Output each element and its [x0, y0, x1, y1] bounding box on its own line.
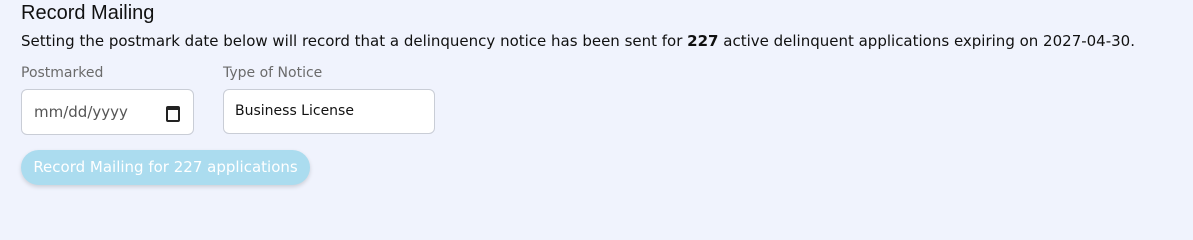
description-before: Setting the postmark date below will rec… [21, 32, 688, 50]
notice-type-input[interactable]: Business License [223, 89, 435, 134]
record-mailing-button[interactable]: Record Mailing for 227 applications [21, 150, 310, 185]
notice-type-value: Business License [235, 103, 354, 119]
date-placeholder: mm/dd/yyyy [34, 103, 128, 121]
postmarked-label: Postmarked [21, 65, 104, 81]
application-count: 227 [687, 32, 719, 50]
notice-type-label: Type of Notice [223, 65, 323, 81]
record-mailing-panel: Record Mailing Setting the postmark date… [0, 0, 1193, 200]
postmarked-date-input[interactable]: mm/dd/yyyy [21, 89, 194, 135]
calendar-icon[interactable] [166, 106, 180, 122]
description-text: Setting the postmark date below will rec… [21, 32, 1135, 50]
page-title: Record Mailing [21, 2, 155, 24]
description-after: active delinquent applications expiring … [718, 32, 1135, 50]
